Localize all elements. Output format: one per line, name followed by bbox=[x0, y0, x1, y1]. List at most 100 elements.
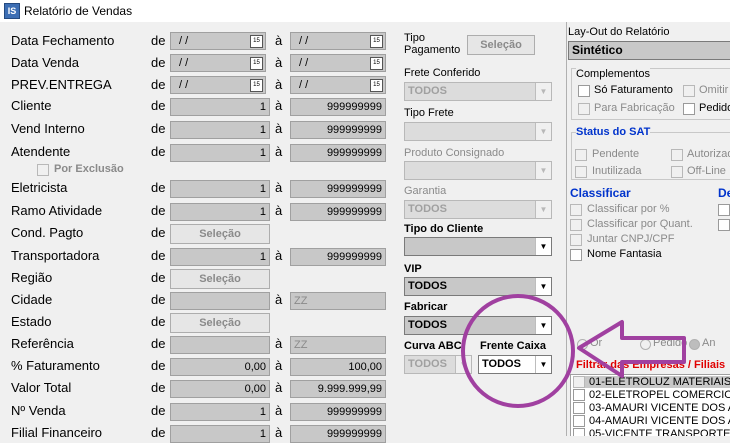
frete-conferido-select[interactable]: TODOS ▼ bbox=[404, 82, 552, 101]
empresa-item[interactable]: 02-ELETROPEL COMERCIO bbox=[573, 389, 730, 402]
classificar-label: Classificar bbox=[570, 186, 631, 200]
empresa-checkbox[interactable] bbox=[573, 402, 585, 415]
cidade-to[interactable]: ZZ bbox=[290, 292, 386, 310]
layout-label: Lay-Out do Relatório bbox=[568, 26, 670, 38]
chevron-down-icon: ▼ bbox=[535, 83, 551, 100]
a-label: à bbox=[275, 98, 283, 113]
referencia-from[interactable] bbox=[170, 336, 270, 354]
produto-consignado-select[interactable]: ▼ bbox=[404, 161, 552, 180]
nome-fantasia-checkbox[interactable] bbox=[570, 249, 582, 261]
empresa-checkbox[interactable] bbox=[573, 415, 585, 428]
radio-option-1[interactable] bbox=[577, 339, 588, 350]
empresa-checkbox[interactable] bbox=[573, 428, 585, 436]
tipo-pagamento-selecao-button[interactable]: Seleção bbox=[467, 35, 535, 55]
calendar-icon[interactable]: 15 bbox=[370, 79, 383, 92]
vip-label: VIP bbox=[404, 263, 422, 275]
fabricar-select[interactable]: TODOS ▼ bbox=[404, 316, 552, 335]
pct-faturamento-to[interactable]: 100,00 bbox=[290, 358, 386, 376]
cidade-label: Cidade bbox=[11, 292, 53, 307]
cond-pagto-selecao-button[interactable]: Seleção bbox=[170, 224, 270, 244]
calendar-icon[interactable]: 15 bbox=[250, 57, 263, 70]
n-venda-to[interactable]: 999999999 bbox=[290, 403, 386, 421]
empresa-item[interactable]: 05-VICENTE TRANSPORTES bbox=[573, 428, 730, 436]
para-fabricacao-checkbox[interactable] bbox=[578, 103, 590, 115]
prev-entrega-to[interactable]: / / 15 bbox=[290, 76, 386, 94]
chevron-down-icon: ▼ bbox=[535, 238, 551, 255]
calendar-icon[interactable]: 15 bbox=[370, 57, 383, 70]
empresa-label: 02-ELETROPEL COMERCIO bbox=[589, 389, 730, 401]
eletricista-from[interactable]: 1 bbox=[170, 180, 270, 198]
valor-total-from[interactable]: 0,00 bbox=[170, 380, 270, 398]
offline-checkbox[interactable] bbox=[671, 166, 683, 178]
pedido-checkbox[interactable] bbox=[683, 103, 695, 115]
juntar-cnpj-checkbox[interactable] bbox=[570, 234, 582, 246]
data-fechamento-to[interactable]: / / 15 bbox=[290, 32, 386, 50]
estado-label: Estado bbox=[11, 314, 52, 329]
por-exclusao-checkbox[interactable] bbox=[37, 164, 49, 176]
radio-option-2[interactable] bbox=[640, 339, 651, 350]
frente-caixa-select[interactable]: TODOS ▼ bbox=[478, 355, 552, 374]
pendente-checkbox[interactable] bbox=[575, 149, 587, 161]
filtrar-empresas-label: Filtrar das Empresas / Filiais bbox=[576, 359, 726, 371]
cliente-to[interactable]: 999999999 bbox=[290, 98, 386, 116]
data-fechamento-from[interactable]: / / 15 bbox=[170, 32, 266, 50]
atendente-to[interactable]: 999999999 bbox=[290, 144, 386, 162]
vend-interno-from[interactable]: 1 bbox=[170, 121, 270, 139]
calendar-icon[interactable]: 15 bbox=[250, 35, 263, 48]
omitir-checkbox[interactable] bbox=[683, 85, 695, 97]
a-label: à bbox=[275, 336, 283, 351]
classificar-quant-checkbox[interactable] bbox=[570, 219, 582, 231]
regiao-selecao-button[interactable]: Seleção bbox=[170, 269, 270, 289]
radio-option-1-label: Or bbox=[590, 337, 603, 349]
de-label: de bbox=[151, 55, 166, 70]
empresa-checkbox[interactable] bbox=[573, 389, 585, 402]
chevron-down-icon: ▼ bbox=[535, 162, 551, 179]
frente-caixa-label: Frente Caixa bbox=[480, 340, 547, 352]
chevron-down-icon: ▼ bbox=[535, 123, 551, 140]
estado-selecao-button[interactable]: Seleção bbox=[170, 313, 270, 333]
a-label: à bbox=[275, 77, 283, 92]
ramo-atividade-to[interactable]: 999999999 bbox=[290, 203, 386, 221]
a-label: à bbox=[275, 358, 283, 373]
layout-select[interactable]: Sintético bbox=[568, 41, 730, 60]
de-label: de bbox=[151, 121, 166, 136]
empresa-label: 01-ELETROLUZ MATERIAIS bbox=[589, 376, 730, 388]
cidade-from[interactable] bbox=[170, 292, 270, 310]
referencia-to[interactable]: ZZ bbox=[290, 336, 386, 354]
eletricista-to[interactable]: 999999999 bbox=[290, 180, 386, 198]
classificar-de-checkbox-2[interactable] bbox=[718, 219, 730, 231]
transportadora-to[interactable]: 999999999 bbox=[290, 248, 386, 266]
classificar-pct-checkbox[interactable] bbox=[570, 204, 582, 216]
empresa-item[interactable]: 04-AMAURI VICENTE DOS A bbox=[573, 415, 730, 428]
data-venda-to[interactable]: / / 15 bbox=[290, 54, 386, 72]
classificar-de-checkbox-1[interactable] bbox=[718, 204, 730, 216]
empresa-checkbox[interactable] bbox=[573, 376, 585, 389]
data-venda-from[interactable]: / / 15 bbox=[170, 54, 266, 72]
filial-financeiro-from[interactable]: 1 bbox=[170, 425, 270, 443]
de-label: de bbox=[151, 270, 166, 285]
inutilizada-checkbox[interactable] bbox=[575, 166, 587, 178]
so-faturamento-checkbox[interactable] bbox=[578, 85, 590, 97]
filial-financeiro-to[interactable]: 999999999 bbox=[290, 425, 386, 443]
empresas-list[interactable]: 01-ELETROLUZ MATERIAIS 02-ELETROPEL COME… bbox=[570, 374, 730, 436]
tipo-cliente-select[interactable]: ▼ bbox=[404, 237, 552, 256]
empresa-item[interactable]: 03-AMAURI VICENTE DOS A bbox=[573, 402, 730, 415]
cliente-from[interactable]: 1 bbox=[170, 98, 270, 116]
calendar-icon[interactable]: 15 bbox=[250, 79, 263, 92]
empresa-item[interactable]: 01-ELETROLUZ MATERIAIS bbox=[573, 376, 730, 389]
prev-entrega-from[interactable]: / / 15 bbox=[170, 76, 266, 94]
transportadora-from[interactable]: 1 bbox=[170, 248, 270, 266]
autorizado-checkbox[interactable] bbox=[671, 149, 683, 161]
radio-option-3[interactable] bbox=[689, 339, 700, 350]
valor-total-to[interactable]: 9.999.999,99 bbox=[290, 380, 386, 398]
atendente-from[interactable]: 1 bbox=[170, 144, 270, 162]
garantia-select[interactable]: TODOS ▼ bbox=[404, 200, 552, 219]
calendar-icon[interactable]: 15 bbox=[370, 35, 383, 48]
vend-interno-to[interactable]: 999999999 bbox=[290, 121, 386, 139]
vip-select[interactable]: TODOS ▼ bbox=[404, 277, 552, 296]
tipo-frete-select[interactable]: ▼ bbox=[404, 122, 552, 141]
ramo-atividade-from[interactable]: 1 bbox=[170, 203, 270, 221]
pct-faturamento-from[interactable]: 0,00 bbox=[170, 358, 270, 376]
curva-abc-select[interactable]: TODOS ▼ bbox=[404, 355, 472, 374]
n-venda-from[interactable]: 1 bbox=[170, 403, 270, 421]
